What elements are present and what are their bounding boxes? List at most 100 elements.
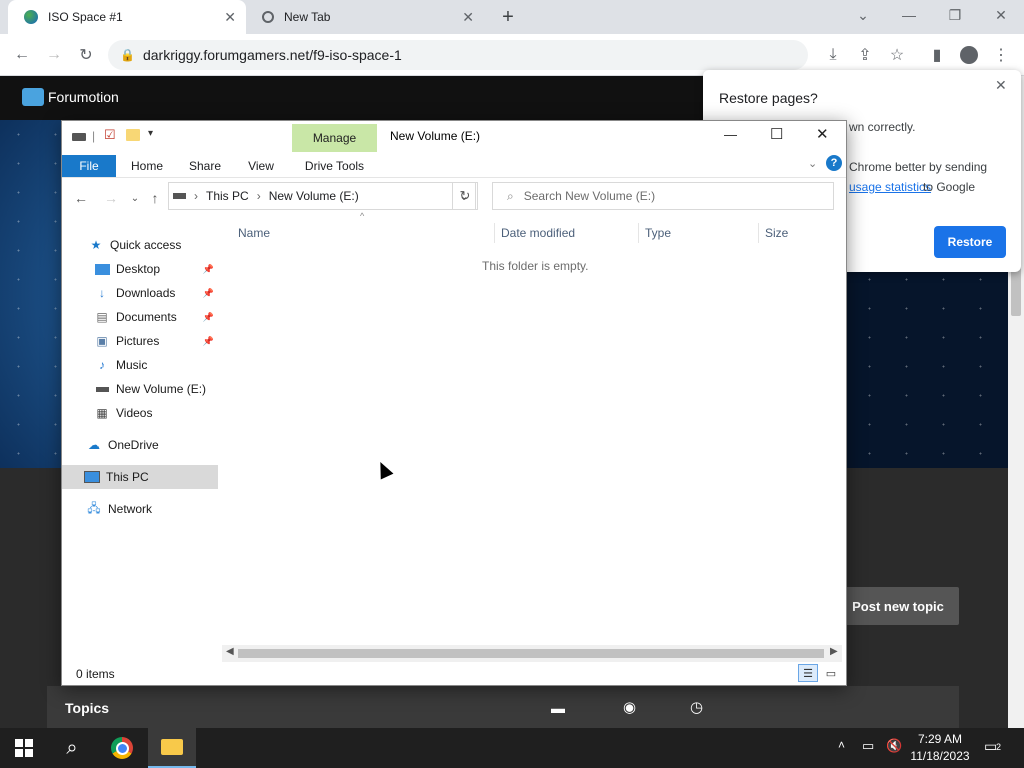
close-tab-icon[interactable]: ✕ <box>462 9 474 26</box>
column-type[interactable]: Type <box>638 223 758 243</box>
scrollbar-thumb[interactable] <box>238 649 824 658</box>
cloud-icon: ☁ <box>88 438 100 452</box>
show-hidden-icons-chevron-icon[interactable]: ˄ <box>838 738 845 752</box>
minimize-icon[interactable]: — <box>886 0 932 30</box>
breadcrumb-this-pc[interactable]: This PC <box>206 189 249 203</box>
manage-context-tab[interactable]: Manage <box>292 124 377 152</box>
windows-start-icon[interactable] <box>0 728 48 768</box>
nav-pictures[interactable]: ▣ Pictures 📌 <box>62 329 218 353</box>
usage-statistics-link[interactable]: usage statistics <box>849 180 931 194</box>
menu-kebab-icon[interactable]: ⋮ <box>988 42 1014 68</box>
properties-check-icon[interactable]: ☑ <box>104 127 116 143</box>
item-count-status: 0 items <box>76 667 115 681</box>
network-status-icon[interactable]: ▭ <box>862 738 874 754</box>
close-tab-icon[interactable]: ✕ <box>224 9 236 26</box>
volume-muted-icon[interactable]: 🔇 <box>886 738 902 754</box>
topics-bar: Topics ▬ ◉ ◷ <box>47 686 959 728</box>
ribbon-divider <box>62 177 846 178</box>
globe-favicon-icon <box>24 10 38 24</box>
share-icon[interactable]: ⇪ <box>852 42 878 68</box>
nav-quick-access[interactable]: ★ Quick access <box>62 233 218 257</box>
clock-time[interactable]: 7:29 AM <box>910 732 970 746</box>
star-icon: ★ <box>90 238 102 252</box>
nav-label: Music <box>116 358 148 372</box>
nav-label: This PC <box>106 470 149 484</box>
refresh-icon[interactable]: ↻ <box>452 182 478 210</box>
tab-drive-tools[interactable]: Drive Tools <box>292 155 377 177</box>
column-size[interactable]: Size <box>758 223 838 243</box>
file-explorer-window: | ☑ ▾ Manage New Volume (E:) — ☐ ✕ File … <box>61 120 847 686</box>
nav-onedrive[interactable]: ☁ OneDrive <box>62 433 218 457</box>
bookmark-star-icon[interactable]: ☆ <box>884 42 910 68</box>
drive-icon <box>173 193 186 199</box>
minimize-icon[interactable]: — <box>724 127 737 142</box>
column-name[interactable]: Name <box>232 223 494 243</box>
close-window-icon[interactable]: ✕ <box>816 125 829 143</box>
close-popup-icon[interactable]: ✕ <box>995 77 1007 94</box>
expand-ribbon-chevron-icon[interactable]: ⌄ <box>808 157 817 170</box>
tab-share[interactable]: Share <box>182 155 228 177</box>
nav-label: Desktop <box>116 262 161 276</box>
clock-date[interactable]: 11/18/2023 <box>908 749 972 763</box>
maximize-icon[interactable]: ☐ <box>770 125 783 143</box>
chrome-taskbar-icon[interactable] <box>98 728 146 768</box>
new-tab-plus-icon[interactable]: + <box>496 6 520 28</box>
nav-network[interactable]: 🖧 Network <box>62 497 218 521</box>
tab-file[interactable]: File <box>62 155 116 177</box>
nav-music[interactable]: ♪ Music <box>62 353 218 377</box>
search-box[interactable]: ⌕ Search New Volume (E:) <box>492 182 834 210</box>
search-icon[interactable]: ⌕ <box>48 728 96 768</box>
file-explorer-taskbar-icon[interactable] <box>148 728 196 768</box>
forward-arrow-icon[interactable]: → <box>100 187 122 209</box>
nav-label: Documents <box>116 310 177 324</box>
large-icons-view-icon[interactable]: ▭ <box>822 664 840 682</box>
recent-locations-chevron-icon[interactable]: ⌄ <box>124 187 146 209</box>
nav-documents[interactable]: ▤ Documents 📌 <box>62 305 218 329</box>
nav-label: New Volume (E:) <box>116 382 207 396</box>
drive-icon <box>72 133 86 141</box>
details-view-icon[interactable]: ☰ <box>798 664 818 682</box>
restore-button[interactable]: Restore <box>934 226 1006 258</box>
lock-icon: 🔒 <box>120 48 135 62</box>
side-panel-icon[interactable]: ▮ <box>924 42 950 68</box>
tab-new-tab[interactable]: New Tab ✕ <box>246 0 484 34</box>
close-window-icon[interactable]: ✕ <box>978 0 1024 30</box>
restore-window-icon[interactable]: ❐ <box>932 0 978 30</box>
back-arrow-icon[interactable]: ← <box>70 187 92 209</box>
replies-icon: ▬ <box>551 700 565 716</box>
url-text[interactable]: darkriggy.forumgamers.net/f9-iso-space-1 <box>143 47 402 63</box>
nav-desktop[interactable]: Desktop 📌 <box>62 257 218 281</box>
help-icon[interactable]: ? <box>826 155 842 171</box>
new-folder-icon[interactable] <box>126 129 140 141</box>
reload-icon[interactable]: ↻ <box>73 42 99 68</box>
up-arrow-icon[interactable]: ↑ <box>144 187 166 209</box>
address-bar[interactable]: › This PC › New Volume (E:) ⌄ <box>168 182 476 210</box>
back-icon[interactable]: ← <box>9 42 35 68</box>
install-icon[interactable]: ⤓ <box>820 42 846 68</box>
nav-downloads[interactable]: ↓ Downloads 📌 <box>62 281 218 305</box>
nav-videos[interactable]: ▦ Videos <box>62 401 218 425</box>
drive-icon <box>94 382 110 396</box>
forward-icon[interactable]: → <box>41 42 67 68</box>
browser-tab-strip: ISO Space #1 ✕ New Tab ✕ + ⌄ — ❐ ✕ <box>0 0 1024 34</box>
scroll-left-icon[interactable]: ◀ <box>226 646 234 657</box>
breadcrumb-new-volume[interactable]: New Volume (E:) <box>269 189 359 203</box>
tab-home[interactable]: Home <box>122 155 172 177</box>
profile-avatar-icon[interactable] <box>956 42 982 68</box>
nav-new-volume[interactable]: New Volume (E:) <box>62 377 218 401</box>
tab-iso-space[interactable]: ISO Space #1 ✕ <box>8 0 246 34</box>
post-new-topic-button[interactable]: Post new topic <box>837 587 959 625</box>
column-date-modified[interactable]: Date modified <box>494 223 638 243</box>
site-name[interactable]: Forumotion <box>48 89 119 105</box>
tab-view[interactable]: View <box>238 155 284 177</box>
horizontal-scrollbar[interactable]: ◀ ▶ <box>222 645 842 662</box>
pin-icon: 📌 <box>202 311 214 322</box>
scroll-right-icon[interactable]: ▶ <box>830 646 838 657</box>
empty-folder-message: This folder is empty. <box>482 259 589 273</box>
nav-this-pc[interactable]: This PC <box>62 465 218 489</box>
banner-artwork <box>860 306 920 366</box>
omnibox[interactable]: 🔒 darkriggy.forumgamers.net/f9-iso-space… <box>108 40 808 70</box>
windows-taskbar: ⌕ ˄ ▭ 🔇 7:29 AM 11/18/2023 ▭ 2 <box>0 728 1024 768</box>
quick-access-toolbar-dropdown-icon[interactable]: ▾ <box>148 128 153 139</box>
tab-search-chevron-icon[interactable]: ⌄ <box>840 0 886 30</box>
